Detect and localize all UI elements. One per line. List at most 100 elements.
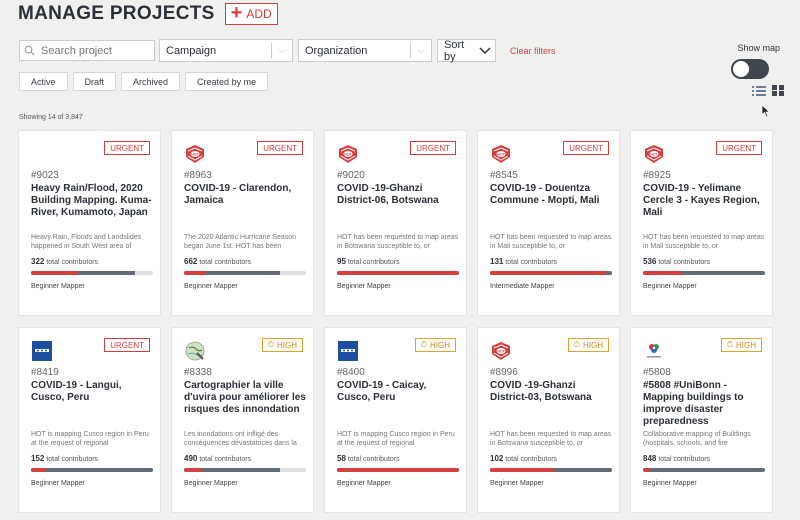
contributors-label: total contributors (505, 259, 558, 266)
contributors-count: 95 total contributors (337, 257, 400, 266)
tab-archived[interactable]: Archived (121, 72, 181, 91)
contributors-count: 848 total contributors (643, 454, 710, 463)
project-card[interactable]: HOT URGENT #9020 COVID -19-Ghanzi District-… (324, 130, 467, 316)
project-description: HOT has been requested to map areas in M… (490, 234, 612, 250)
search-field[interactable] (19, 40, 155, 61)
progress-bar (31, 468, 153, 472)
project-id: #8338 (184, 367, 212, 378)
progress-bar (643, 271, 765, 275)
organization-logo-icon: HOT (643, 143, 665, 165)
progress-bar (490, 468, 612, 472)
svg-text:HOT: HOT (497, 153, 505, 157)
contributors-label: total contributors (347, 259, 400, 266)
organization-label: Organization (305, 44, 368, 57)
project-title: #5808 #UniBonn - Mapping buildings to im… (643, 380, 744, 427)
organization-select[interactable]: Organization ⌵ (298, 39, 432, 62)
priority-badge: ⏱ HIGH (414, 338, 456, 352)
project-description: Les inondations ont infligé des conséque… (184, 431, 297, 447)
organization-logo-icon: HOT (337, 143, 359, 165)
project-card[interactable]: ⏱ HIGH #8338 Cartographier la ville d'uvira… (171, 327, 314, 513)
contributors-count: 662 total contributors (184, 257, 251, 266)
contributors-count: 152 total contributors (31, 454, 98, 463)
search-icon (24, 45, 35, 56)
priority-label: HIGH (583, 340, 603, 350)
tab-created-by-me[interactable]: Created by me (185, 72, 269, 91)
project-id: #9023 (31, 170, 59, 181)
priority-badge: ⏱ HIGH (261, 338, 303, 352)
campaign-label: Campaign (166, 44, 217, 57)
tab-active[interactable]: Active (19, 72, 68, 91)
mapper-level: Beginner Mapper (337, 283, 391, 290)
mapper-level: Beginner Mapper (490, 480, 544, 487)
add-label: ADD (246, 7, 272, 21)
project-card[interactable]: HOT ⏱ HIGH #8996 COVID -19-Ghanzi District-0… (477, 327, 620, 513)
clear-filters-link[interactable]: Clear filters (510, 46, 556, 56)
contributors-count: 322 total contributors (31, 257, 98, 266)
mapper-level: Beginner Mapper (643, 480, 697, 487)
contributors-count: 102 total contributors (490, 454, 557, 463)
project-card[interactable]: URGENT #8419 COVID-19 - Langui, Cusco, Per… (18, 327, 161, 513)
list-view-icon[interactable] (752, 85, 766, 96)
priority-label: URGENT (110, 340, 144, 350)
search-input[interactable] (41, 44, 151, 57)
project-card[interactable]: HOT URGENT #8963 COVID-19 - Clarendon, Jama… (171, 130, 314, 316)
clock-icon: ⏱ (420, 340, 427, 349)
progress-bar (184, 271, 306, 275)
progress-bar (643, 468, 765, 472)
show-map-label: Show map (737, 43, 780, 53)
validated-progress (337, 468, 459, 472)
mapper-level: Beginner Mapper (643, 283, 697, 290)
mapper-level: Beginner Mapper (31, 480, 85, 487)
validated-progress (490, 468, 554, 472)
validated-progress (490, 271, 606, 275)
show-map-toggle[interactable] (731, 59, 769, 79)
contributors-count: 536 total contributors (643, 257, 710, 266)
grid-view-icon[interactable] (772, 85, 784, 96)
project-card[interactable]: URGENT #9023 Heavy Rain/Flood, 2020 Buildi… (18, 130, 161, 316)
contributors-label: total contributors (199, 456, 252, 463)
progress-bar (337, 468, 459, 472)
priority-badge: URGENT (716, 141, 762, 155)
contributors-number: 490 (184, 454, 198, 463)
contributors-number: 152 (31, 454, 45, 463)
contributors-count: 131 total contributors (490, 257, 557, 266)
project-card[interactable]: HOT URGENT #8925 COVID-19 - Yelimane Cercle… (630, 130, 773, 316)
project-card[interactable]: ⏱ HIGH #8400 COVID-19 - Caicay, Cusco, Peru… (324, 327, 467, 513)
project-id: #8925 (643, 170, 671, 181)
progress-bar (490, 271, 612, 275)
priority-badge: URGENT (563, 141, 609, 155)
add-project-button[interactable]: + ADD (224, 3, 278, 25)
project-title: COVID-19 - Yelimane Cercle 3 - Kayes Reg… (643, 183, 760, 218)
contributors-label: total contributors (505, 456, 558, 463)
clock-icon: ⏱ (573, 340, 580, 349)
mapped-progress (643, 468, 765, 472)
project-title: COVID-19 - Douentza Commune - Mopti, Mal… (490, 183, 600, 206)
show-map-control: Show map (722, 43, 782, 79)
contributors-label: total contributors (658, 259, 711, 266)
contributors-count: 490 total contributors (184, 454, 251, 463)
priority-label: URGENT (722, 143, 756, 153)
validated-progress (337, 271, 459, 275)
validated-progress (31, 271, 78, 275)
priority-badge: URGENT (104, 141, 150, 155)
contributors-label: total contributors (347, 456, 400, 463)
organization-logo-icon: HOT (490, 340, 512, 362)
project-title: COVID -19-Ghanzi District-06, Botswana (337, 183, 439, 206)
project-title: COVID-19 - Langui, Cusco, Peru (31, 380, 122, 403)
page-title: MANAGE PROJECTS (18, 3, 215, 24)
progress-bar (337, 271, 459, 275)
priority-badge: URGENT (104, 338, 150, 352)
project-card[interactable]: ⏱ HIGH #5808 #5808 #UniBonn - Mapping build… (630, 327, 773, 513)
tab-draft[interactable]: Draft (72, 72, 117, 91)
sort-by-select[interactable]: Sort by (437, 39, 496, 63)
project-description: HOT is mapping Cusco region in Peru at t… (337, 431, 455, 447)
project-grid: URGENT #9023 Heavy Rain/Flood, 2020 Buildi… (18, 130, 773, 513)
mapper-level: Intermediate Mapper (490, 283, 555, 290)
validated-progress (184, 271, 205, 275)
campaign-select[interactable]: Campaign ⌵ (159, 39, 293, 62)
progress-bar (184, 468, 306, 472)
project-description: HOT has been requested to map areas in M… (643, 234, 765, 250)
project-card[interactable]: HOT URGENT #8545 COVID-19 - Douentza Commun… (477, 130, 620, 316)
svg-text:HOT: HOT (191, 153, 199, 157)
project-id: #9020 (337, 170, 365, 181)
